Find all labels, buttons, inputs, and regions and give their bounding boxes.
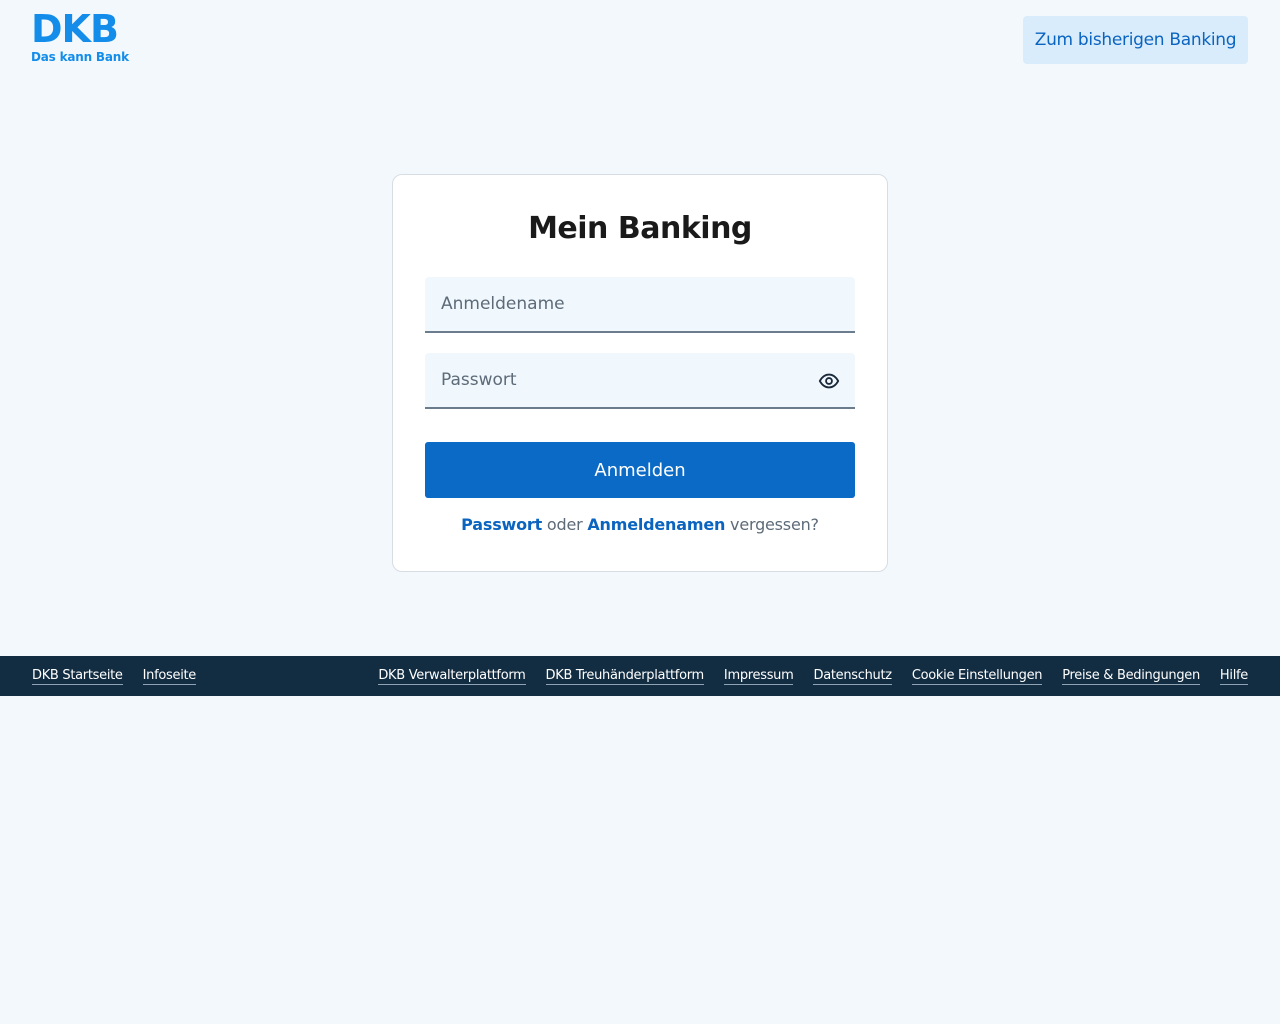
footer-right-links: DKB Verwalterplattform DKB Treuhänderpla… xyxy=(378,668,1248,685)
password-field[interactable] xyxy=(425,353,855,409)
footer-link-hilfe[interactable]: Hilfe xyxy=(1219,668,1248,685)
footer-link-dkb-startseite[interactable]: DKB Startseite xyxy=(32,668,123,685)
footer-link-impressum[interactable]: Impressum xyxy=(723,668,794,685)
footer-left-links: DKB Startseite Infoseite xyxy=(32,668,196,685)
username-field[interactable] xyxy=(425,277,855,333)
username-input[interactable] xyxy=(441,294,839,314)
forgot-credentials: Passwort oder Anmeldenamen vergessen? xyxy=(393,515,887,534)
footer-link-treuhaenderplattform[interactable]: DKB Treuhänderplattform xyxy=(545,668,704,685)
forgot-connector: oder xyxy=(542,515,588,534)
password-input[interactable] xyxy=(441,370,839,390)
forgot-suffix: vergessen? xyxy=(725,515,819,534)
site-header: DKB Das kann Bank Zum bisherigen Banking xyxy=(0,0,1280,96)
forgot-username-link[interactable]: Anmeldenamen xyxy=(587,515,725,534)
login-button[interactable]: Anmelden xyxy=(425,442,855,498)
footer-link-infoseite[interactable]: Infoseite xyxy=(142,668,196,685)
logo-tagline: Das kann Bank xyxy=(31,50,129,64)
footer-link-cookie-einstellungen[interactable]: Cookie Einstellungen xyxy=(911,668,1043,685)
legacy-banking-button[interactable]: Zum bisherigen Banking xyxy=(1023,16,1248,64)
footer-link-verwalterplattform[interactable]: DKB Verwalterplattform xyxy=(378,668,526,685)
footer-link-datenschutz[interactable]: Datenschutz xyxy=(813,668,892,685)
dkb-logo[interactable]: DKB Das kann Bank xyxy=(31,10,131,66)
eye-icon[interactable] xyxy=(817,369,841,393)
footer-link-preise-bedingungen[interactable]: Preise & Bedingungen xyxy=(1062,668,1200,685)
login-card: Mein Banking Anmelden Passwort oder Anme… xyxy=(392,174,888,572)
forgot-password-link[interactable]: Passwort xyxy=(461,515,542,534)
page-title: Mein Banking xyxy=(528,211,752,246)
logo-mark: DKB xyxy=(31,7,119,51)
site-footer: DKB Startseite Infoseite DKB Verwalterpl… xyxy=(0,656,1280,696)
